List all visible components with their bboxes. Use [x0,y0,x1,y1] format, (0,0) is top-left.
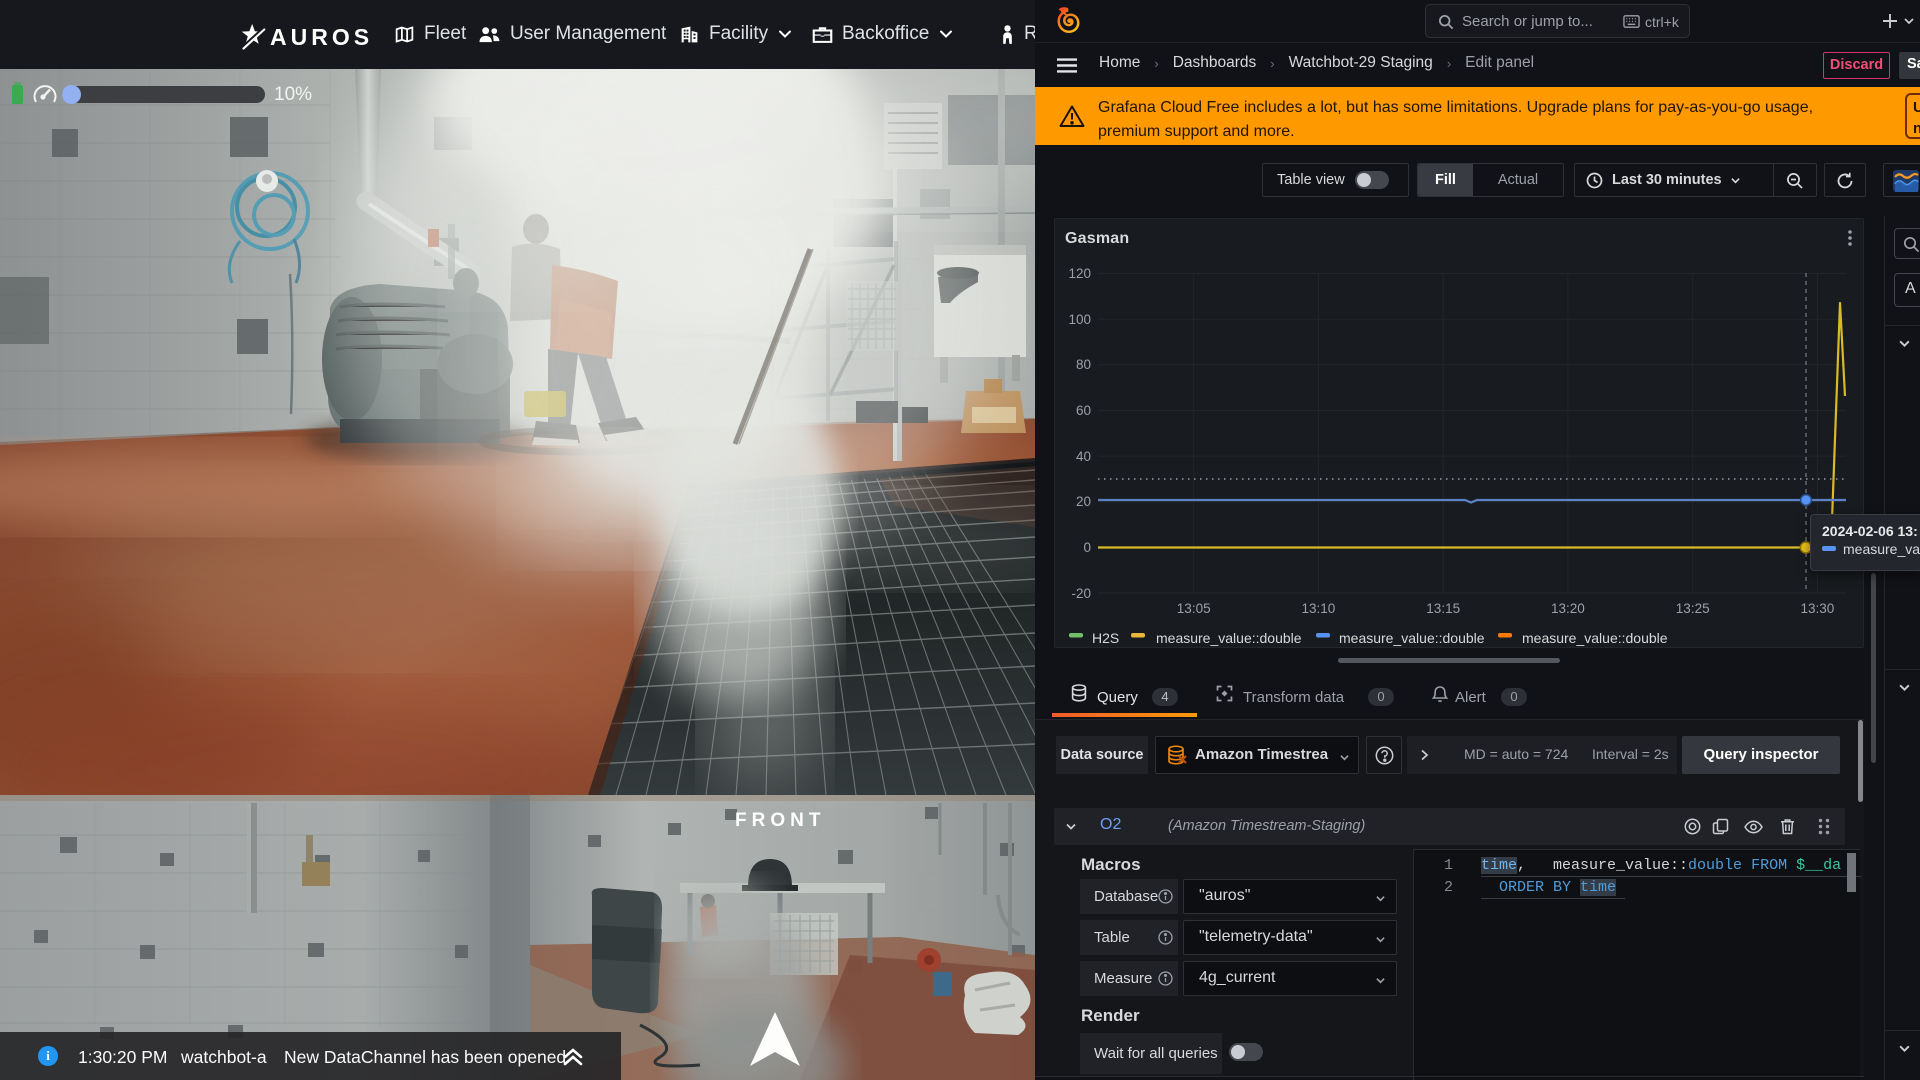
svg-text:13:25: 13:25 [1676,601,1710,616]
svg-text:60: 60 [1076,403,1091,418]
svg-text:measure_value::double: measure_value::double [1156,630,1302,646]
svg-text:100: 100 [1068,312,1091,327]
svg-text:-20: -20 [1071,586,1091,601]
svg-text:H2S: H2S [1092,630,1119,646]
svg-text:13:10: 13:10 [1302,601,1336,616]
svg-text:40: 40 [1076,449,1091,464]
svg-text:0: 0 [1083,540,1091,555]
svg-text:measure_value::double: measure_value::double [1339,630,1485,646]
svg-text:13:20: 13:20 [1551,601,1585,616]
svg-text:20: 20 [1076,494,1091,509]
svg-text:13:15: 13:15 [1426,601,1460,616]
svg-text:120: 120 [1068,266,1091,281]
svg-text:13:30: 13:30 [1801,601,1835,616]
svg-text:13:05: 13:05 [1177,601,1211,616]
svg-text:80: 80 [1076,357,1091,372]
svg-text:measure_value::double: measure_value::double [1522,630,1668,646]
